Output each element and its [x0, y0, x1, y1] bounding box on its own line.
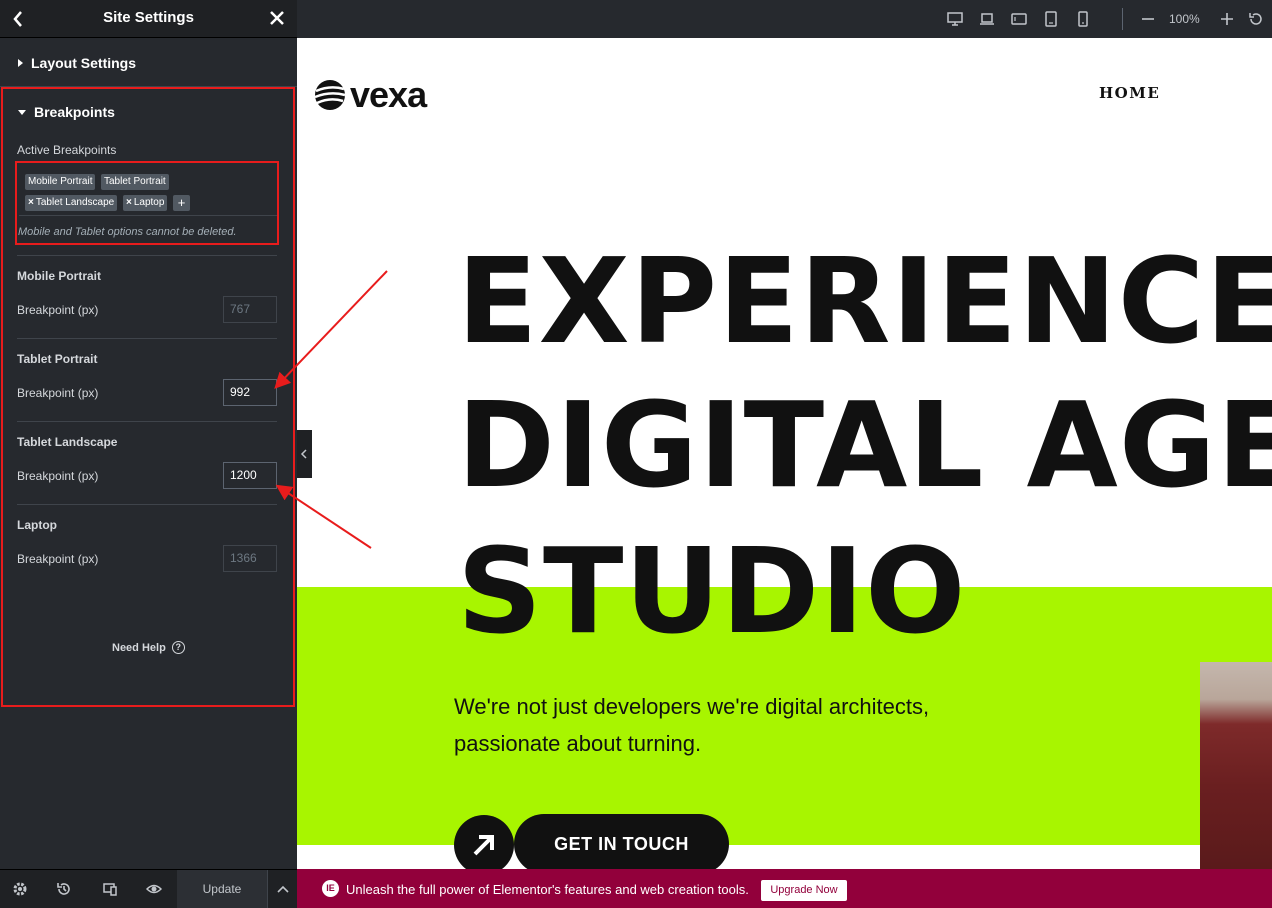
layout-settings-label: Layout Settings: [31, 54, 137, 71]
zoom-in-icon[interactable]: [1219, 11, 1235, 27]
arrow-button[interactable]: [454, 815, 514, 869]
reset-zoom-icon[interactable]: [1248, 11, 1264, 27]
caret-right-icon: [18, 58, 23, 67]
close-icon[interactable]: [267, 8, 287, 28]
site-preview: vexa HOME EXPERIENCE DIGITAL AGE STUDIO …: [297, 38, 1272, 869]
update-options-button[interactable]: [267, 870, 297, 908]
logo-text: vexa: [350, 74, 427, 115]
hero-heading-line-1: EXPERIENCE: [457, 232, 1272, 370]
elementor-logo-icon: IE: [322, 880, 339, 897]
laptop-icon[interactable]: [979, 11, 995, 27]
hero-person-image: [1200, 662, 1272, 869]
zoom-out-icon[interactable]: [1140, 11, 1156, 27]
hero-heading-line-2: DIGITAL AGE: [457, 376, 1272, 514]
toggle-panel-button[interactable]: [297, 430, 312, 478]
hero-subtext: We're not just developers we're digital …: [454, 694, 930, 756]
zoom-level: 100%: [1169, 12, 1200, 26]
site-logo[interactable]: vexa: [314, 74, 427, 115]
history-icon[interactable]: [56, 881, 72, 897]
preview-eye-icon[interactable]: [145, 881, 163, 897]
responsive-mode-icon[interactable]: [102, 881, 118, 897]
tablet-landscape-icon[interactable]: [1011, 11, 1027, 27]
panel-header: Site Settings: [0, 0, 297, 38]
get-in-touch-button[interactable]: GET IN TOUCH: [514, 814, 729, 869]
hero-heading-line-3: STUDIO: [457, 522, 967, 660]
panel-footer: Update: [0, 869, 297, 908]
chevron-left-icon: [300, 449, 307, 459]
upgrade-now-button[interactable]: Upgrade Now: [761, 880, 847, 901]
arrow-up-right-icon: [473, 835, 494, 856]
promo-bar: IE Unleash the full power of Elementor's…: [297, 869, 1272, 908]
vexa-logo-mark-icon: [314, 80, 346, 110]
tablet-portrait-icon[interactable]: [1043, 11, 1059, 27]
layout-settings-toggle[interactable]: Layout Settings: [0, 39, 297, 87]
divider: [1122, 8, 1123, 30]
mobile-icon[interactable]: [1075, 11, 1091, 27]
desktop-icon[interactable]: [947, 11, 963, 27]
settings-gear-icon[interactable]: [12, 881, 28, 897]
site-settings-panel: Site Settings Layout Settings Breakpoint…: [0, 0, 297, 908]
breakpoints-highlight-box: [1, 87, 295, 707]
promo-text: Unleash the full power of Elementor's fe…: [346, 882, 749, 897]
update-button[interactable]: Update: [177, 870, 267, 908]
nav-home-link[interactable]: HOME: [1099, 84, 1160, 102]
panel-title: Site Settings: [103, 9, 194, 26]
editor-topbar: 100%: [297, 0, 1272, 38]
